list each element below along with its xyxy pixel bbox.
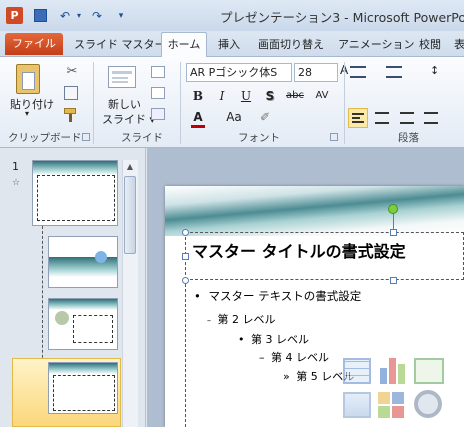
new-slide-label-line2: スライド ▾ xyxy=(102,113,156,126)
font-size-select[interactable]: 28 xyxy=(294,63,338,82)
slide-background-wave xyxy=(165,186,464,236)
shadow-button[interactable]: S xyxy=(261,87,279,105)
bullet-text: 第 2 レベル xyxy=(217,313,276,326)
justify-icon[interactable] xyxy=(424,112,438,124)
tab-slide-master[interactable]: スライド マスター xyxy=(74,35,166,55)
layout-thumbnail-2[interactable] xyxy=(48,298,118,350)
clipboard-launcher-icon[interactable] xyxy=(82,133,90,141)
content-placeholder-border xyxy=(185,284,186,427)
tab-transitions[interactable]: 画面切り替え xyxy=(258,35,324,55)
rotation-handle[interactable] xyxy=(388,204,398,214)
layout-icon[interactable] xyxy=(151,66,165,78)
new-slide-icon xyxy=(108,66,136,88)
new-slide-label-line1: 新しい xyxy=(108,98,141,111)
change-case-button[interactable]: Aa xyxy=(222,108,246,126)
customize-quick-access-icon[interactable]: ▾ xyxy=(114,9,128,23)
bullet-marker: – xyxy=(259,351,265,364)
resize-handle[interactable] xyxy=(390,229,397,236)
align-left-button[interactable] xyxy=(348,108,368,128)
undo-dropdown-icon[interactable]: ▾ xyxy=(72,9,86,23)
insert-chart-icon[interactable] xyxy=(378,356,408,384)
cut-icon[interactable]: ✂ xyxy=(64,64,80,80)
slide-number: 1 xyxy=(12,160,19,173)
tab-file[interactable]: ファイル xyxy=(5,33,63,55)
font-color-bar xyxy=(191,125,205,128)
tab-insert[interactable]: 挿入 xyxy=(218,35,240,55)
font-name-select[interactable]: AR Pゴシック体S xyxy=(186,63,292,82)
char-spacing-button[interactable]: AV xyxy=(311,87,333,105)
bullet-marker: – xyxy=(207,316,211,325)
group-separator xyxy=(180,62,181,144)
paste-label: 貼り付け xyxy=(10,98,54,111)
slides-group-label: スライド xyxy=(121,132,163,144)
bullet-level-2[interactable]: – 第 2 レベル xyxy=(207,311,276,327)
section-icon[interactable] xyxy=(151,108,165,120)
paste-button[interactable]: 貼り付け ▾ xyxy=(8,62,54,122)
powerpoint-app-icon[interactable]: P xyxy=(6,7,23,24)
underline-button[interactable]: U xyxy=(237,87,255,105)
paragraph-group-label: 段落 xyxy=(398,132,419,144)
slide-marker-icon: ☆ xyxy=(12,178,21,188)
insert-table-icon[interactable] xyxy=(343,358,371,384)
bullet-text: マスター テキストの書式設定 xyxy=(208,289,362,303)
font-launcher-icon[interactable] xyxy=(330,133,338,141)
insert-media-icon[interactable] xyxy=(414,390,442,418)
resize-handle[interactable] xyxy=(390,277,397,284)
bullet-marker: » xyxy=(283,370,290,383)
bold-button[interactable]: B xyxy=(189,87,207,105)
master-thumbnail[interactable] xyxy=(32,160,118,226)
bullet-marker: • xyxy=(238,333,245,346)
bullet-marker: • xyxy=(194,289,201,303)
new-slide-button[interactable]: 新しい スライド ▾ xyxy=(102,62,155,128)
group-separator xyxy=(93,62,94,144)
insert-smartart-icon[interactable] xyxy=(414,358,444,384)
align-right-icon[interactable] xyxy=(400,112,414,124)
layout-thumbnail-1[interactable] xyxy=(48,236,118,288)
resize-handle[interactable] xyxy=(182,277,189,284)
bullet-text: 第 4 レベル xyxy=(271,351,329,364)
resize-handle[interactable] xyxy=(182,253,189,260)
bullet-level-3[interactable]: • 第 3 レベル xyxy=(238,331,309,347)
clipboard-group-label: クリップボード xyxy=(8,132,82,144)
scroll-up-icon[interactable]: ▲ xyxy=(124,162,136,174)
font-color-button[interactable]: A xyxy=(189,108,207,126)
clipboard-icon xyxy=(16,64,40,94)
italic-button[interactable]: I xyxy=(213,87,231,105)
bullets-icon[interactable] xyxy=(350,66,366,78)
layout-thumbnail-3[interactable] xyxy=(48,362,118,414)
bullet-level-4[interactable]: – 第 4 レベル xyxy=(259,349,329,365)
tab-animations[interactable]: アニメーション xyxy=(338,35,415,55)
copy-icon[interactable] xyxy=(64,86,78,100)
insert-picture-icon[interactable] xyxy=(343,392,371,418)
scroll-thumb[interactable] xyxy=(124,176,136,254)
tab-review[interactable]: 校閲 xyxy=(419,35,441,55)
undo-icon[interactable]: ↶ xyxy=(58,9,72,23)
tab-view[interactable]: 表 xyxy=(454,35,464,55)
bullet-level-1[interactable]: • マスター テキストの書式設定 xyxy=(194,288,361,304)
chevron-down-icon: ▾ xyxy=(25,109,30,118)
tab-home[interactable]: ホーム xyxy=(161,32,207,58)
align-center-icon[interactable] xyxy=(375,112,389,124)
line-spacing-icon[interactable]: ↕ xyxy=(430,64,446,80)
bullet-text: 第 3 レベル xyxy=(251,333,309,346)
slide-title[interactable]: マスター タイトルの書式設定 xyxy=(192,238,406,262)
strikethrough-button[interactable]: abc xyxy=(283,87,307,105)
font-group-label: フォント xyxy=(238,132,280,144)
reset-icon[interactable] xyxy=(151,87,165,99)
clear-format-icon[interactable]: ✐ xyxy=(256,108,274,126)
group-separator xyxy=(344,62,345,144)
numbering-icon[interactable] xyxy=(386,66,402,78)
window-title: プレゼンテーション3 - Microsoft PowerPoint xyxy=(220,10,464,25)
resize-handle[interactable] xyxy=(182,229,189,236)
save-icon[interactable] xyxy=(34,9,47,22)
insert-clipart-icon[interactable] xyxy=(378,392,406,418)
redo-icon[interactable]: ↷ xyxy=(90,9,104,23)
format-painter-icon[interactable] xyxy=(64,108,80,122)
